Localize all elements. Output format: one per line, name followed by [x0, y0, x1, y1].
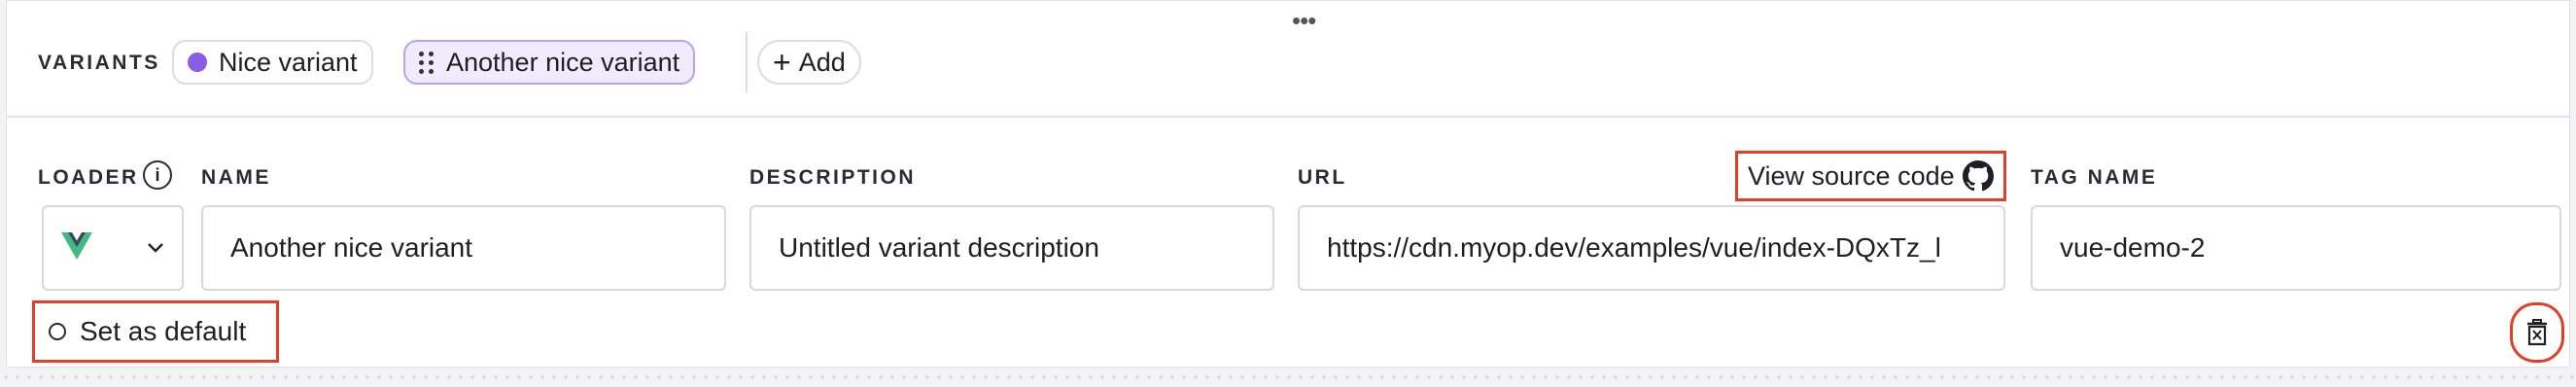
tag-name-field[interactable]: vue-demo-2 — [2031, 205, 2561, 291]
background-dots — [0, 373, 2576, 381]
plus-icon: + — [773, 45, 791, 80]
variant-panel: ••• VARIANTS Nice variant Another nice v… — [6, 0, 2570, 368]
divider — [746, 32, 748, 92]
variants-bar: VARIANTS Nice variant Another nice varia… — [7, 1, 2569, 118]
delete-variant-button[interactable] — [2510, 302, 2564, 363]
url-field[interactable]: https://cdn.myop.dev/examples/vue/index-… — [1298, 205, 2005, 291]
loader-select[interactable] — [42, 205, 184, 291]
set-default-option[interactable]: Set as default — [32, 300, 279, 363]
description-label: DESCRIPTION — [749, 166, 917, 189]
add-label: Add — [798, 47, 846, 77]
url-label: URL — [1298, 166, 1347, 189]
variant-color-dot — [188, 53, 207, 72]
radio-icon[interactable] — [49, 323, 66, 340]
tag-name-label: TAG NAME — [2031, 166, 2158, 189]
trash-icon — [2527, 319, 2547, 346]
view-source-label: View source code — [1748, 160, 1955, 191]
variants-heading: VARIANTS — [38, 52, 160, 74]
variant-chip-another[interactable]: Another nice variant — [403, 40, 696, 85]
view-source-link[interactable]: View source code — [1735, 151, 2006, 201]
drag-handle-icon[interactable] — [419, 51, 435, 74]
set-default-label: Set as default — [80, 316, 247, 346]
variant-chip-label: Another nice variant — [446, 47, 680, 77]
info-icon[interactable]: i — [143, 160, 172, 190]
vue-logo-icon — [61, 232, 92, 260]
add-variant-button[interactable]: + Add — [757, 40, 861, 85]
chevron-down-icon — [148, 243, 163, 253]
name-label: NAME — [201, 166, 271, 189]
name-field[interactable]: Another nice variant — [201, 205, 726, 291]
variant-chip-label: Nice variant — [219, 47, 358, 77]
description-field[interactable]: Untitled variant description — [749, 205, 1274, 291]
github-icon — [1962, 160, 1994, 192]
loader-label: LOADER — [38, 166, 139, 189]
variant-chip-nice[interactable]: Nice variant — [172, 40, 373, 85]
